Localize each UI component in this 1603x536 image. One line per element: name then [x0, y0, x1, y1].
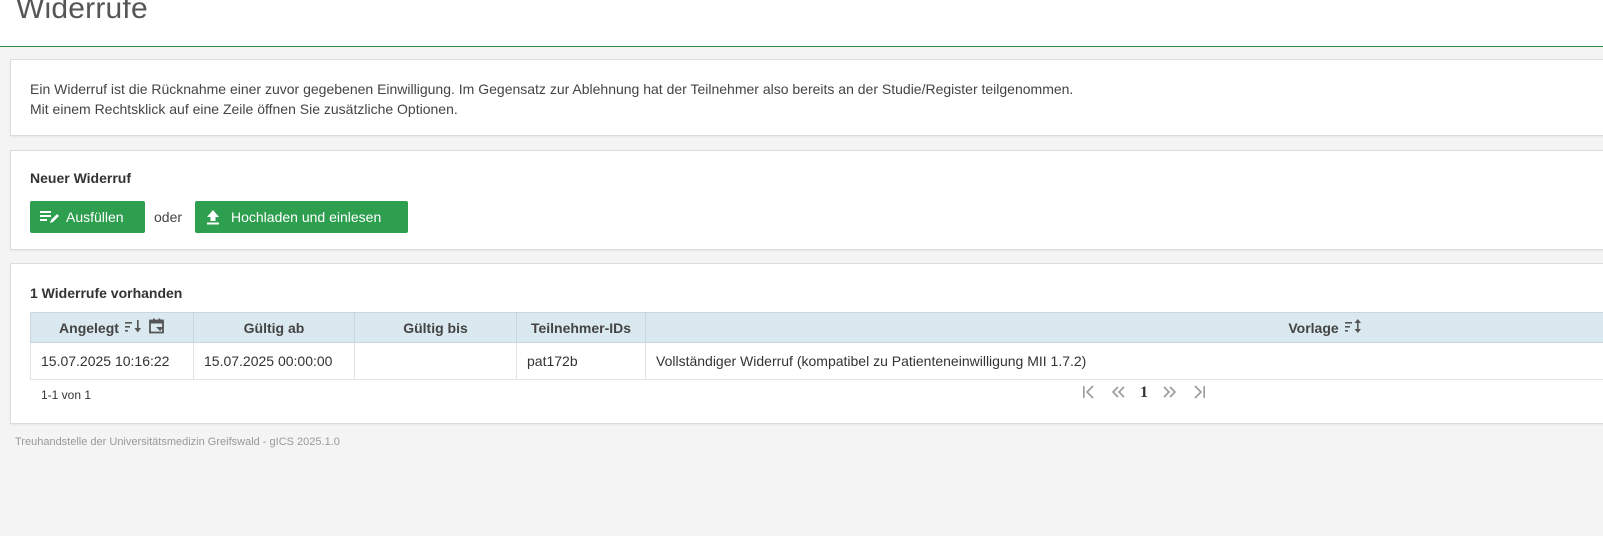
edit-list-icon [40, 210, 62, 224]
sort-descending-icon[interactable] [124, 319, 143, 336]
info-text-line-1: Ein Widerruf ist die Rücknahme einer zuv… [30, 81, 1074, 97]
column-header-valid-from[interactable]: Gültig ab [193, 312, 355, 343]
page-title: Widerrufe [16, 0, 148, 25]
calendar-filter-icon[interactable] [149, 318, 165, 337]
previous-page-icon[interactable] [1110, 385, 1126, 402]
next-page-icon[interactable] [1162, 385, 1178, 402]
sort-unsorted-icon[interactable] [1344, 319, 1363, 336]
revocation-list-panel: 1 Widerrufe vorhanden Angelegt Gültig ab… [10, 263, 1603, 424]
last-page-icon[interactable] [1192, 384, 1206, 402]
cell-template: Vollständiger Widerruf (kompatibel zu Pa… [645, 342, 1603, 380]
cell-participant-ids: pat172b [516, 342, 646, 380]
new-revocation-panel: Neuer Widerruf Ausfüllen oder Hochladen … [10, 150, 1603, 250]
upload-button[interactable]: Hochladen und einlesen [195, 201, 408, 233]
info-text-line-2: Mit einem Rechtsklick auf eine Zeile öff… [30, 101, 458, 117]
new-revocation-title: Neuer Widerruf [30, 170, 132, 186]
or-text: oder [154, 209, 183, 225]
cell-valid-from: 15.07.2025 00:00:00 [193, 342, 355, 380]
fill-button[interactable]: Ausfüllen [30, 201, 145, 233]
column-header-created-label: Angelegt [59, 319, 119, 336]
revocation-table: Angelegt Gültig ab Gültig bis Teilnehmer… [30, 312, 1603, 380]
column-header-created[interactable]: Angelegt [30, 312, 194, 343]
column-header-participant-ids[interactable]: Teilnehmer-IDs [516, 312, 646, 343]
paginator: 1 [1082, 384, 1206, 402]
current-page[interactable]: 1 [1140, 384, 1148, 402]
info-panel: Ein Widerruf ist die Rücknahme einer zuv… [10, 59, 1603, 136]
cell-created: 15.07.2025 10:16:22 [30, 342, 194, 380]
revocation-list-title: 1 Widerrufe vorhanden [30, 285, 183, 301]
paging-info: 1-1 von 1 [41, 388, 92, 402]
page-header: Widerrufe [0, 0, 1603, 47]
upload-icon [205, 209, 227, 225]
cell-valid-to [354, 342, 517, 380]
table-row[interactable]: 15.07.2025 10:16:22 15.07.2025 00:00:00 … [30, 342, 1603, 380]
footer-text: Treuhandstelle der Universitätsmedizin G… [15, 436, 340, 448]
fill-button-label: Ausfüllen [66, 209, 124, 225]
column-header-valid-to[interactable]: Gültig bis [354, 312, 517, 343]
upload-button-label: Hochladen und einlesen [231, 209, 382, 225]
column-header-template[interactable]: Vorlage [645, 312, 1603, 343]
table-header-row: Angelegt Gültig ab Gültig bis Teilnehmer… [30, 312, 1603, 343]
column-header-template-label: Vorlage [1288, 319, 1339, 336]
first-page-icon[interactable] [1082, 384, 1096, 402]
